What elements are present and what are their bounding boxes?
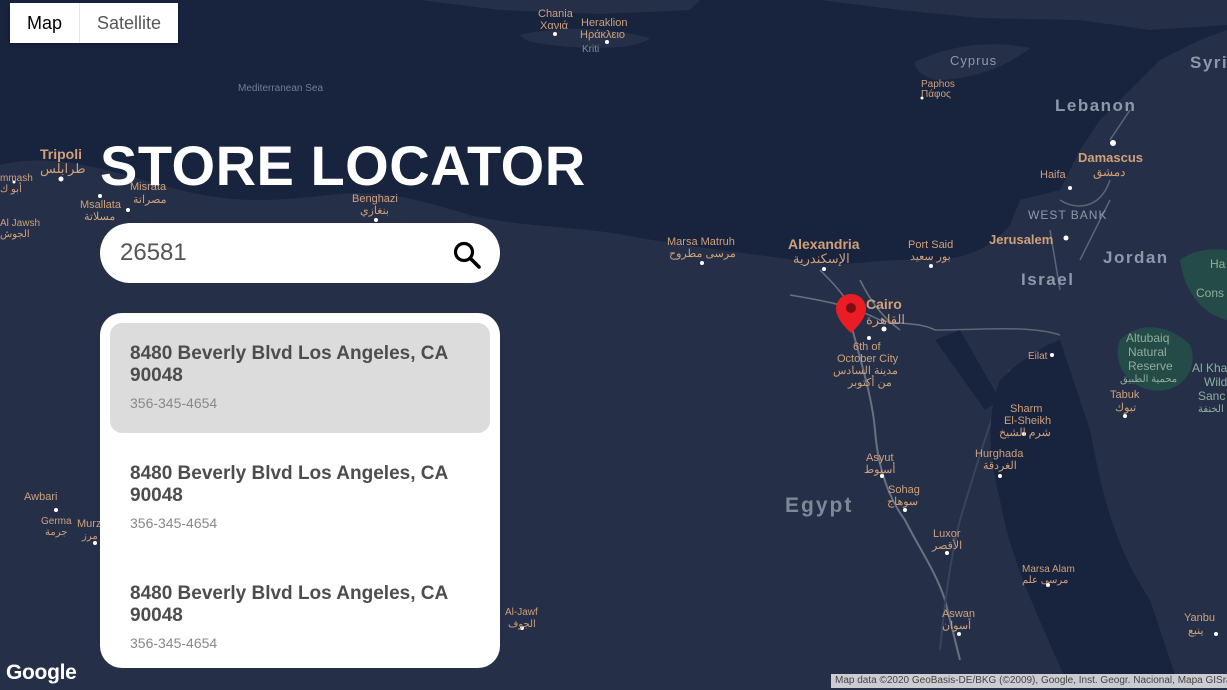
label-tripoli: Tripoli	[40, 146, 82, 162]
label-lebanon: Lebanon	[1055, 96, 1136, 115]
label-altubaiq-1: Altubaiq	[1126, 331, 1169, 345]
map-type-map-button[interactable]: Map	[10, 3, 79, 43]
label-october-ar-2: من أكتوبر	[847, 375, 892, 389]
label-aljawf: Al-Jawf	[505, 607, 538, 618]
label-eilat: Eilat	[1028, 351, 1048, 362]
label-sharm-2: El-Sheikh	[1004, 415, 1051, 427]
label-cairo-ar: القاهرة	[866, 312, 905, 328]
map-type-control: Map Satellite	[10, 3, 179, 43]
search-box	[100, 223, 500, 283]
label-abu: أبو ك	[0, 182, 22, 195]
google-logo[interactable]: Google	[6, 661, 77, 685]
map-attribution: Map data ©2020 GeoBasis-DE/BKG (©2009), …	[831, 674, 1227, 688]
store-phone: 356-345-4654	[130, 395, 218, 411]
label-port-said-ar: بور سعيد	[910, 251, 951, 263]
label-tripoli-ar: طرابلس	[40, 161, 86, 177]
label-msallata: Msallata	[80, 199, 122, 211]
label-marsa-matruh: Marsa Matruh	[667, 236, 735, 248]
label-germa: Germa	[41, 516, 72, 527]
label-alexandria: Alexandria	[788, 236, 860, 252]
label-sharm-1: Sharm	[1010, 403, 1042, 415]
label-jawsh: Al Jawsh	[0, 218, 40, 229]
map-type-satellite-button[interactable]: Satellite	[79, 3, 178, 43]
label-syria: Syri	[1190, 53, 1227, 72]
label-heraklion-gr: Ηράκλειο	[580, 29, 625, 41]
label-yanbu: Yanbu	[1184, 612, 1215, 624]
label-marsa-matruh-ar: مرسى مطروح	[669, 248, 736, 260]
label-mash: mmash	[0, 173, 33, 184]
label-msallata-ar: مسلاتة	[84, 211, 115, 223]
list-item[interactable]: 8480 Beverly Blvd Los Angeles, CA 90048 …	[110, 443, 490, 553]
label-october-1: 6th of	[853, 341, 881, 353]
label-luxor: Luxor	[933, 528, 961, 540]
label-chania: Chania	[538, 8, 574, 20]
search-input[interactable]	[120, 235, 440, 271]
label-kriti: Kriti	[582, 44, 599, 55]
label-luxor-ar: الأقصر	[931, 538, 962, 552]
label-sanc: Sanc	[1198, 389, 1225, 403]
label-wild: Wild	[1204, 375, 1227, 389]
label-aswan-ar: أسوان	[942, 618, 971, 632]
store-phone: 356-345-4654	[130, 515, 218, 531]
search-icon[interactable]	[452, 240, 482, 270]
label-damascus-ar: دمشق	[1093, 165, 1125, 179]
label-benghazi-ar: بنغازي	[360, 205, 389, 217]
label-tabuk-ar: تبوك	[1115, 402, 1136, 414]
list-item[interactable]: 8480 Beverly Blvd Los Angeles, CA 90048 …	[110, 563, 490, 668]
label-israel: Israel	[1021, 270, 1074, 289]
label-chania-ar: Χανιά	[540, 20, 569, 32]
label-heraklion: Heraklion	[581, 17, 627, 29]
label-aswan: Aswan	[942, 608, 975, 620]
label-ha: Ha	[1210, 257, 1226, 271]
label-alexandria-ar: الإسكندرية	[793, 251, 850, 267]
store-address: 8480 Beverly Blvd Los Angeles, CA 90048	[130, 343, 448, 386]
label-sharm-ar: شرم الشيخ	[999, 427, 1051, 439]
label-cyprus: Cyprus	[950, 53, 997, 68]
label-sohag: Sohag	[888, 484, 920, 496]
label-jordan: Jordan	[1103, 248, 1169, 267]
label-murz-ar: مرز	[81, 531, 98, 542]
label-altubaiq-2: Natural	[1128, 345, 1167, 359]
label-marsa-alam-ar: مرسى علم	[1022, 575, 1068, 586]
label-damascus: Damascus	[1078, 150, 1143, 165]
label-alkha-ar: الخنفة	[1198, 404, 1224, 415]
label-tabuk: Tabuk	[1110, 389, 1140, 401]
label-egypt: Egypt	[785, 494, 853, 517]
label-asyut-ar: أسيوط	[864, 462, 895, 476]
label-october-2: October City	[837, 353, 899, 365]
label-jerusalem: Jerusalem	[989, 232, 1053, 247]
store-phone: 356-345-4654	[130, 635, 218, 651]
list-item[interactable]: 8480 Beverly Blvd Los Angeles, CA 90048 …	[110, 323, 490, 433]
label-marsa-alam: Marsa Alam	[1022, 564, 1075, 575]
store-address: 8480 Beverly Blvd Los Angeles, CA 90048	[130, 463, 448, 506]
label-cairo: Cairo	[866, 296, 902, 312]
label-port-said: Port Said	[908, 239, 953, 251]
label-jawsh-ar: الجوش	[0, 229, 30, 240]
page-title: STORE LOCATOR	[100, 134, 586, 197]
label-yanbu-ar: ينبع	[1188, 625, 1204, 637]
label-hurghada-ar: الغردقة	[983, 460, 1017, 472]
store-address: 8480 Beverly Blvd Los Angeles, CA 90048	[130, 583, 448, 626]
label-sea: Mediterranean Sea	[238, 83, 323, 94]
label-aljawf-ar: الجوف	[508, 619, 536, 630]
label-germa-ar: جرمة	[45, 527, 67, 538]
label-sohag-ar: سوهاج	[887, 496, 918, 508]
label-awbari: Awbari	[24, 491, 57, 503]
results-list: 8480 Beverly Blvd Los Angeles, CA 90048 …	[100, 313, 500, 668]
label-murz: Murz	[77, 518, 101, 530]
label-asyut: Asyut	[866, 452, 894, 464]
label-alkha: Al Kha	[1192, 361, 1227, 375]
label-cons: Cons	[1196, 286, 1224, 300]
label-haifa: Haifa	[1040, 169, 1067, 181]
label-paphos-gr: Πάφος	[921, 88, 951, 100]
label-altubaiq-3: Reserve	[1128, 359, 1173, 373]
label-altubaiq-ar: محمية الطبيق	[1120, 374, 1177, 385]
label-hurghada: Hurghada	[975, 448, 1024, 460]
label-october-ar-1: مدينة السادس	[833, 365, 898, 377]
label-west-bank: WEST BANK	[1028, 208, 1107, 222]
